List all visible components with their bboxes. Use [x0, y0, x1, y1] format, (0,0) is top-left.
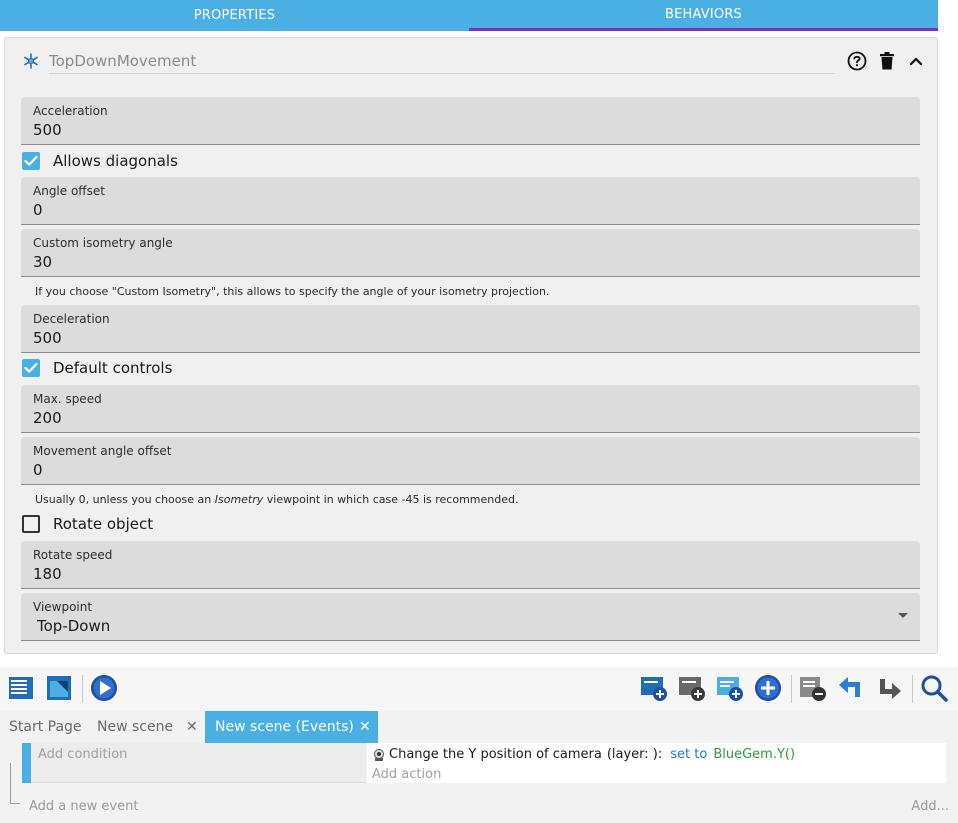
add-other-link[interactable]: Add...: [911, 799, 949, 814]
actions-area[interactable]: Change the Y position of camera (layer: …: [367, 743, 946, 783]
tab-start-page[interactable]: Start Page: [9, 711, 82, 743]
rotate-speed-label: Rotate speed: [33, 548, 113, 562]
deceleration-field[interactable]: Deceleration 500: [21, 305, 920, 353]
properties-behaviors-tabs: PROPERTIES BEHAVIORS: [0, 0, 938, 31]
allows-diagonals-checkbox[interactable]: Allows diagonals: [22, 149, 178, 173]
rotate-speed-field[interactable]: Rotate speed 180: [21, 541, 920, 589]
angle-offset-label: Angle offset: [33, 184, 105, 198]
event-tree-line: [10, 763, 11, 803]
add-condition-link[interactable]: Add condition: [38, 747, 127, 762]
behavior-header: TopDownMovement: [5, 38, 937, 84]
custom-isometry-angle-value[interactable]: 30: [33, 253, 52, 271]
add-event-icon: [641, 677, 667, 701]
movement-angle-helper-text: Usually 0, unless you choose an Isometry…: [35, 493, 519, 506]
action-operator: set to: [670, 747, 708, 762]
help-button[interactable]: [846, 50, 868, 72]
delete-event-icon: [800, 677, 826, 701]
default-controls-label: Default controls: [53, 359, 173, 377]
viewpoint-value[interactable]: Top-Down: [37, 617, 110, 635]
undo-icon: [839, 677, 860, 697]
project-list-icon: [9, 677, 33, 699]
add-event-button[interactable]: [639, 673, 669, 703]
viewpoint-select[interactable]: Viewpoint Top-Down: [21, 593, 920, 641]
event-tree-line: [10, 803, 20, 804]
deceleration-label: Deceleration: [33, 312, 110, 326]
play-icon: [91, 675, 117, 701]
add-comment-icon: [717, 677, 743, 701]
custom-isometry-angle-field[interactable]: Custom isometry angle 30: [21, 229, 920, 277]
undo-button[interactable]: [836, 673, 866, 703]
checkbox-unchecked-icon[interactable]: [22, 515, 40, 533]
custom-isometry-helper-text: If you choose "Custom Isometry", this al…: [35, 285, 550, 298]
angle-offset-value[interactable]: 0: [33, 201, 43, 219]
tab-new-scene[interactable]: New scene ✕: [87, 711, 205, 743]
search-button[interactable]: [919, 673, 949, 703]
acceleration-field[interactable]: Acceleration 500: [21, 97, 920, 145]
toolbar-separator: [82, 675, 83, 703]
checkbox-checked-icon[interactable]: [22, 359, 40, 377]
delete-behavior-button[interactable]: [876, 50, 898, 72]
add-comment-button[interactable]: [715, 673, 745, 703]
viewpoint-label: Viewpoint: [33, 600, 93, 614]
events-toolbar: [0, 667, 958, 711]
max-speed-label: Max. speed: [33, 392, 102, 406]
movement-angle-offset-label: Movement angle offset: [33, 444, 172, 458]
toolbar-separator: [791, 675, 792, 703]
behavior-panel: TopDownMovement Acceleration 500 Allows …: [4, 37, 938, 654]
tab-properties[interactable]: PROPERTIES: [0, 0, 469, 31]
events-sheet: Add condition Change the Y position of c…: [0, 743, 958, 823]
angle-offset-field[interactable]: Angle offset 0: [21, 177, 920, 225]
tab-new-scene-events[interactable]: New scene (Events) ✕: [205, 711, 378, 743]
search-icon: [921, 675, 948, 702]
scene-editor-button[interactable]: [44, 673, 74, 703]
max-speed-value[interactable]: 200: [33, 409, 62, 427]
acceleration-label: Acceleration: [33, 104, 108, 118]
allows-diagonals-label: Allows diagonals: [53, 152, 178, 170]
chevron-up-icon: [909, 57, 923, 66]
collapse-button[interactable]: [905, 50, 927, 72]
action-param: (layer: ):: [606, 747, 663, 762]
custom-isometry-angle-label: Custom isometry angle: [33, 236, 173, 250]
redo-button[interactable]: [874, 673, 904, 703]
dropdown-arrow-icon[interactable]: [898, 613, 908, 618]
add-new-event-link[interactable]: Add a new event: [29, 799, 138, 814]
event-drag-handle[interactable]: [22, 743, 31, 783]
plus-circle-icon: [755, 675, 781, 701]
redo-icon: [880, 679, 901, 699]
close-tab-icon[interactable]: ✕: [186, 719, 198, 735]
action-value: BlueGem.Y(): [713, 747, 796, 762]
snowflake-gear-icon: [24, 53, 38, 69]
add-subevent-button[interactable]: [677, 673, 707, 703]
close-tab-icon[interactable]: ✕: [359, 719, 371, 735]
action-text: Change the Y position of camera: [389, 747, 602, 762]
add-action-link[interactable]: Add action: [372, 767, 441, 782]
trash-icon: [880, 52, 894, 70]
add-other-button[interactable]: [753, 673, 783, 703]
conditions-area[interactable]: Add condition: [31, 743, 366, 783]
preview-button[interactable]: [89, 673, 119, 703]
add-subevent-icon: [679, 677, 705, 701]
delete-selected-button[interactable]: [798, 673, 828, 703]
camera-icon: [374, 748, 384, 761]
rotate-object-label: Rotate object: [53, 515, 154, 533]
max-speed-field[interactable]: Max. speed 200: [21, 385, 920, 433]
rotate-speed-value[interactable]: 180: [33, 565, 62, 583]
movement-angle-offset-field[interactable]: Movement angle offset 0: [21, 437, 920, 485]
project-manager-button[interactable]: [6, 673, 36, 703]
deceleration-value[interactable]: 500: [33, 329, 62, 347]
action-row[interactable]: Change the Y position of camera (layer: …: [372, 747, 795, 762]
default-controls-checkbox[interactable]: Default controls: [22, 356, 172, 380]
scene-window-icon: [47, 676, 71, 700]
editor-tabs: Start Page New scene ✕ New scene (Events…: [0, 711, 958, 743]
acceleration-value[interactable]: 500: [33, 121, 62, 139]
behavior-name-input[interactable]: TopDownMovement: [49, 52, 835, 74]
movement-angle-offset-value[interactable]: 0: [33, 461, 43, 479]
tab-behaviors[interactable]: BEHAVIORS: [469, 0, 938, 31]
toolbar-separator: [912, 675, 913, 703]
help-circle-icon: [847, 51, 867, 71]
rotate-object-checkbox[interactable]: Rotate object: [22, 512, 153, 536]
checkbox-checked-icon[interactable]: [22, 152, 40, 170]
